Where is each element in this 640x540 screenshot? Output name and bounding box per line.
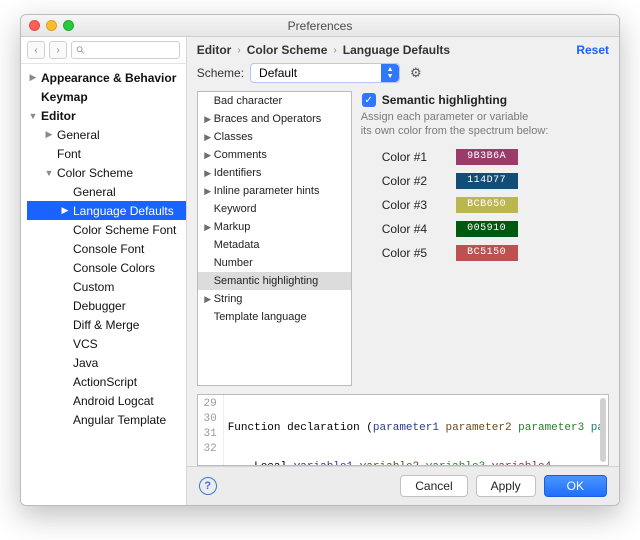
category-list[interactable]: ▶Bad character▶Braces and Operators▶Clas… xyxy=(197,91,352,386)
chevron-updown-icon: ▲▼ xyxy=(381,64,399,82)
color-name: Color #4 xyxy=(382,222,442,236)
color-row: Color #5 BC5150 xyxy=(382,245,609,261)
category-braces-and-operators[interactable]: ▶Braces and Operators xyxy=(198,110,351,128)
sidebar-item-vcs[interactable]: ▶VCS xyxy=(27,334,186,353)
apply-button[interactable]: Apply xyxy=(476,475,536,497)
sidebar-item-angular-template[interactable]: ▶Angular Template xyxy=(27,410,186,429)
category-template-language[interactable]: ▶Template language xyxy=(198,308,351,326)
crumb-editor[interactable]: Editor xyxy=(197,43,232,57)
color-row: Color #1 9B3B6A xyxy=(382,149,609,165)
category-classes[interactable]: ▶Classes xyxy=(198,128,351,146)
chevron-right-icon: › xyxy=(237,45,240,56)
color-name: Color #2 xyxy=(382,174,442,188)
sidebar-item-diff-merge[interactable]: ▶Diff & Merge xyxy=(27,315,186,334)
code-body[interactable]: Function declaration (parameter1 paramet… xyxy=(224,395,608,466)
color-row: Color #2 114D77 xyxy=(382,173,609,189)
color-table: Color #1 9B3B6A Color #2 114D77 Color #3 BCB6… xyxy=(360,149,609,261)
sidebar-item-keymap[interactable]: ▶Keymap xyxy=(27,87,186,106)
semantic-desc-1: Assign each parameter or variable xyxy=(360,111,609,125)
category-bad-character[interactable]: ▶Bad character xyxy=(198,92,351,110)
color-row: Color #3 BCB650 xyxy=(382,197,609,213)
scheme-label: Scheme: xyxy=(197,66,244,80)
scheme-value: Default xyxy=(259,66,297,80)
category-inline-parameter-hints[interactable]: ▶Inline parameter hints xyxy=(198,182,351,200)
titlebar: Preferences xyxy=(21,15,619,37)
color-chip[interactable]: BCB650 xyxy=(456,197,518,213)
color-name: Color #1 xyxy=(382,150,442,164)
sidebar-item-debugger[interactable]: ▶Debugger xyxy=(27,296,186,315)
scheme-select[interactable]: Default ▲▼ xyxy=(250,63,400,83)
category-number[interactable]: ▶Number xyxy=(198,254,351,272)
back-button[interactable]: ‹ xyxy=(27,41,45,59)
sidebar-item-actionscript[interactable]: ▶ActionScript xyxy=(27,372,186,391)
sidebar-item-appearance-behavior[interactable]: ▶Appearance & Behavior xyxy=(27,68,186,87)
category-identifiers[interactable]: ▶Identifiers xyxy=(198,164,351,182)
category-string[interactable]: ▶String xyxy=(198,290,351,308)
sidebar-item-language-defaults[interactable]: ▶Language Defaults xyxy=(27,201,186,220)
sidebar-item-color-scheme[interactable]: ▼Color Scheme xyxy=(27,163,186,182)
category-metadata[interactable]: ▶Metadata xyxy=(198,236,351,254)
sidebar-item-java[interactable]: ▶Java xyxy=(27,353,186,372)
main-panel: Editor › Color Scheme › Language Default… xyxy=(187,37,619,505)
color-row: Color #4 005910 xyxy=(382,221,609,237)
window-title: Preferences xyxy=(21,19,619,33)
chevron-right-icon: › xyxy=(333,45,336,56)
sidebar-item-editor[interactable]: ▼Editor xyxy=(27,106,186,125)
category-keyword[interactable]: ▶Keyword xyxy=(198,200,351,218)
crumb-color-scheme[interactable]: Color Scheme xyxy=(247,43,328,57)
color-chip[interactable]: BC5150 xyxy=(456,245,518,261)
sidebar-item-general[interactable]: ▶General xyxy=(27,182,186,201)
preferences-window: Preferences ‹ › ▶Appearance & Behavior▶K… xyxy=(20,14,620,506)
sidebar-item-general[interactable]: ▶General xyxy=(27,125,186,144)
sidebar-item-console-font[interactable]: ▶Console Font xyxy=(27,239,186,258)
semantic-heading: Semantic highlighting xyxy=(382,93,507,107)
color-chip[interactable]: 114D77 xyxy=(456,173,518,189)
sidebar-item-android-logcat[interactable]: ▶Android Logcat xyxy=(27,391,186,410)
sidebar-item-custom[interactable]: ▶Custom xyxy=(27,277,186,296)
ok-button[interactable]: OK xyxy=(544,475,607,497)
cancel-button[interactable]: Cancel xyxy=(400,475,467,497)
help-icon[interactable]: ? xyxy=(199,477,217,495)
color-chip[interactable]: 9B3B6A xyxy=(456,149,518,165)
color-chip[interactable]: 005910 xyxy=(456,221,518,237)
gutter: 29 30 31 32 xyxy=(198,395,224,466)
search-icon xyxy=(76,45,85,55)
scrollbar[interactable] xyxy=(600,398,606,462)
code-preview: 29 30 31 32 Function declaration (parame… xyxy=(197,394,609,466)
category-comments[interactable]: ▶Comments xyxy=(198,146,351,164)
detail-pane: ✓ Semantic highlighting Assign each para… xyxy=(360,91,609,386)
color-name: Color #5 xyxy=(382,246,442,260)
settings-tree[interactable]: ▶Appearance & Behavior▶Keymap▼Editor▶Gen… xyxy=(21,64,186,505)
category-semantic-highlighting[interactable]: ▶Semantic highlighting xyxy=(198,272,351,290)
crumb-language-defaults[interactable]: Language Defaults xyxy=(343,43,450,57)
reset-link[interactable]: Reset xyxy=(576,43,609,57)
sidebar-item-console-colors[interactable]: ▶Console Colors xyxy=(27,258,186,277)
semantic-desc-2: its own color from the spectrum below: xyxy=(360,125,609,139)
sidebar: ‹ › ▶Appearance & Behavior▶Keymap▼Editor… xyxy=(21,37,187,505)
forward-button[interactable]: › xyxy=(49,41,67,59)
gear-icon[interactable]: ⚙ xyxy=(406,65,426,81)
color-name: Color #3 xyxy=(382,198,442,212)
category-markup[interactable]: ▶Markup xyxy=(198,218,351,236)
sidebar-item-font[interactable]: ▶Font xyxy=(27,144,186,163)
breadcrumb: Editor › Color Scheme › Language Default… xyxy=(187,37,619,59)
sidebar-item-color-scheme-font[interactable]: ▶Color Scheme Font xyxy=(27,220,186,239)
search-input-wrapper[interactable] xyxy=(71,41,180,59)
semantic-checkbox[interactable]: ✓ xyxy=(362,93,376,107)
footer: ? Cancel Apply OK xyxy=(187,466,619,505)
search-input[interactable] xyxy=(88,44,175,56)
